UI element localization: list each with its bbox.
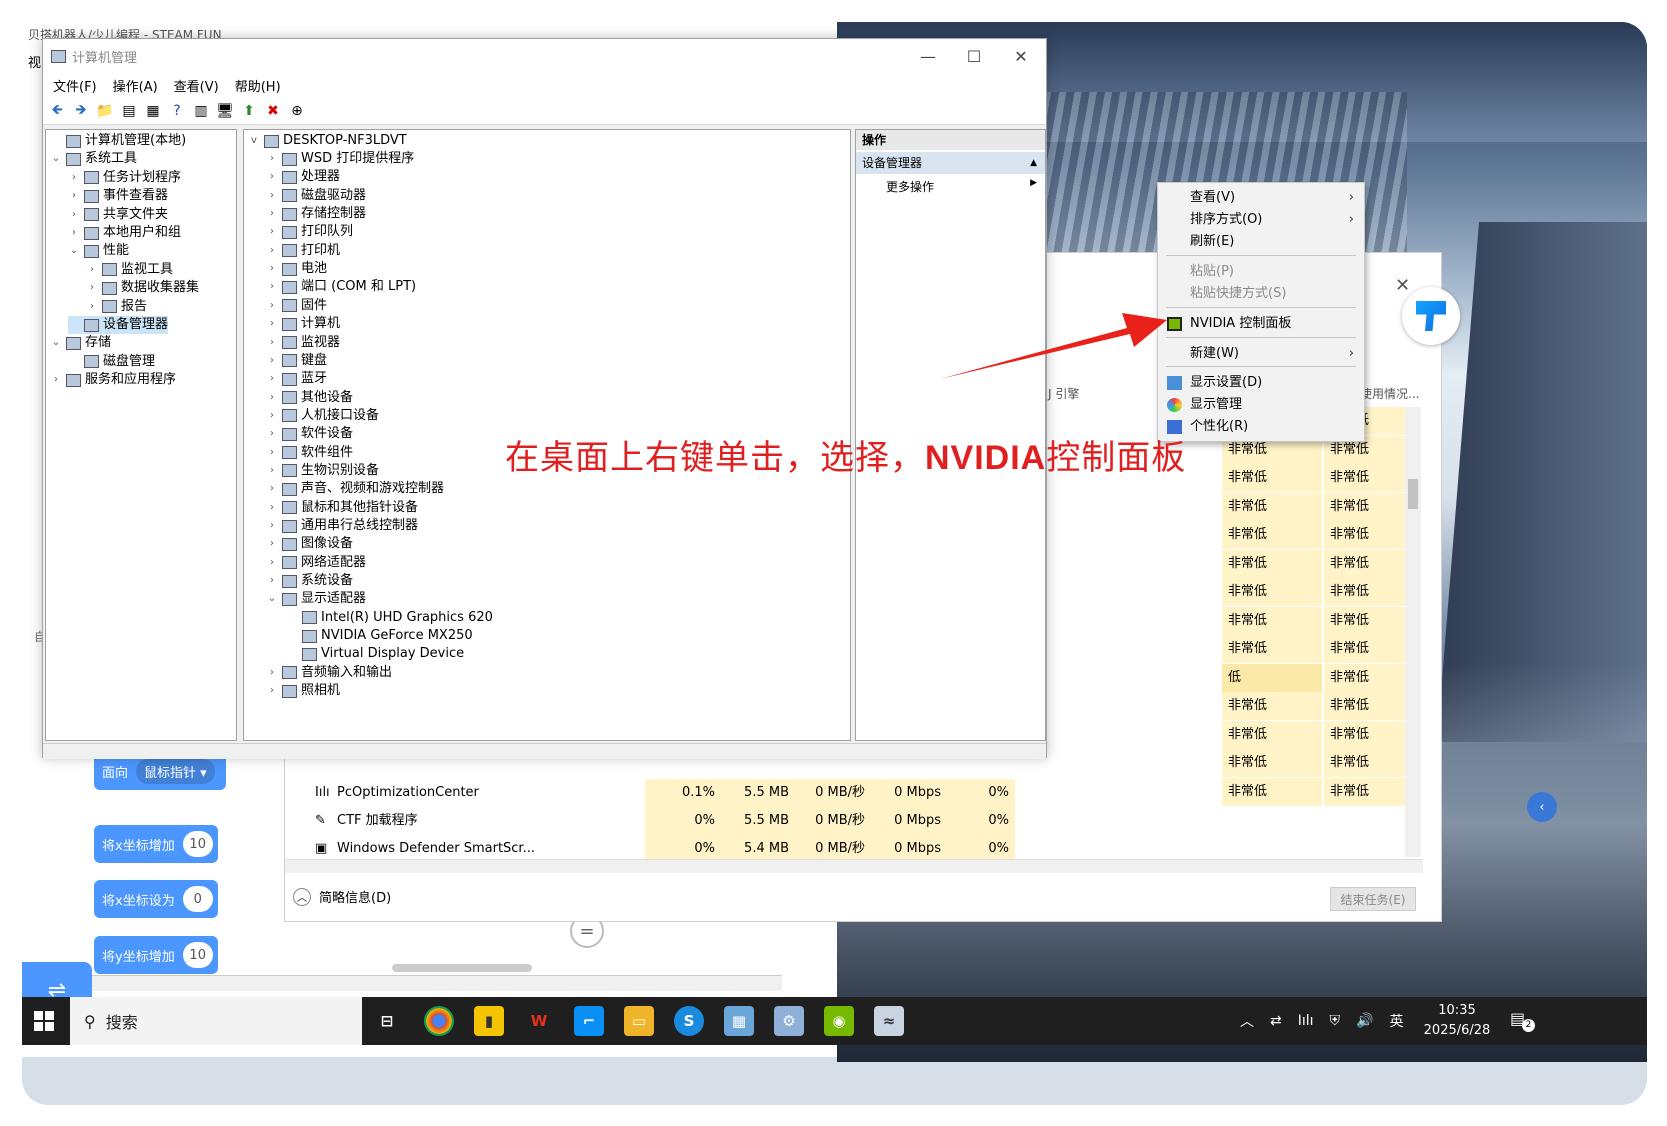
sync-icon[interactable]: ⇄ <box>1270 1013 1282 1029</box>
search-label: 搜索 <box>105 1013 138 1032</box>
annotation-bold: NVIDIA <box>925 439 1047 477</box>
annotation-arrow <box>940 313 1167 379</box>
sticky-notes-icon[interactable]: ▮ <box>474 1006 504 1036</box>
volume-icon[interactable]: 🔊 <box>1356 1013 1373 1029</box>
task-manager-taskbar-icon[interactable]: ≈ <box>874 1006 904 1036</box>
annotation-suffix: 控制面板 <box>1046 438 1187 478</box>
start-button[interactable] <box>34 1011 54 1031</box>
security-icon[interactable]: ⛨ <box>1330 1013 1341 1029</box>
taskbar: ⚲ 搜索 ⊟ ▮ W ⌐ ▭ S ▦ ⚙ ◉ ≈ ︿ ⇄ Iılı ⛨ 🔊 英 … <box>22 997 1647 1045</box>
system-tray: ︿ ⇄ Iılı ⛨ 🔊 英 <box>1240 997 1403 1045</box>
annotation-text: 在桌面上右键单击，选择，NVIDIA控制面板 <box>505 430 1186 479</box>
scratch-s-icon[interactable]: S <box>674 1006 704 1036</box>
task-view-icon[interactable]: ⊟ <box>372 1006 402 1036</box>
notification-badge: 2 <box>1522 1019 1535 1032</box>
remote-app-icon[interactable]: ⌐ <box>574 1006 604 1036</box>
chevron-up-icon[interactable]: ︿ <box>1240 1011 1254 1031</box>
clock-time: 10:35 <box>1438 1003 1476 1018</box>
screen: 贝搭机器人/少儿编程 - STEAM FUN 视 自 面向 鼠标指针 ▾ 将x坐… <box>22 22 1647 1105</box>
notification-center-icon[interactable]: ▤ 2 <box>1510 1009 1535 1032</box>
ime-indicator[interactable]: 英 <box>1389 1011 1403 1031</box>
network-icon[interactable]: Iılı <box>1298 1013 1314 1029</box>
annotation-prefix: 在桌面上右键单击，选择， <box>505 438 925 478</box>
taskbar-search[interactable]: ⚲ 搜索 <box>70 997 362 1045</box>
file-explorer-icon[interactable]: ▭ <box>624 1006 654 1036</box>
search-icon: ⚲ <box>84 1011 96 1031</box>
wps-icon[interactable]: W <box>524 1006 554 1036</box>
clock[interactable]: 10:35 2025/6/28 <box>1417 1001 1497 1041</box>
computer-management-taskbar-icon[interactable]: ⚙ <box>774 1006 804 1036</box>
chrome-icon[interactable] <box>424 1006 454 1036</box>
nvidia-taskbar-icon[interactable]: ◉ <box>824 1006 854 1036</box>
clock-date: 2025/6/28 <box>1423 1023 1491 1038</box>
control-panel-icon[interactable]: ▦ <box>724 1006 754 1036</box>
